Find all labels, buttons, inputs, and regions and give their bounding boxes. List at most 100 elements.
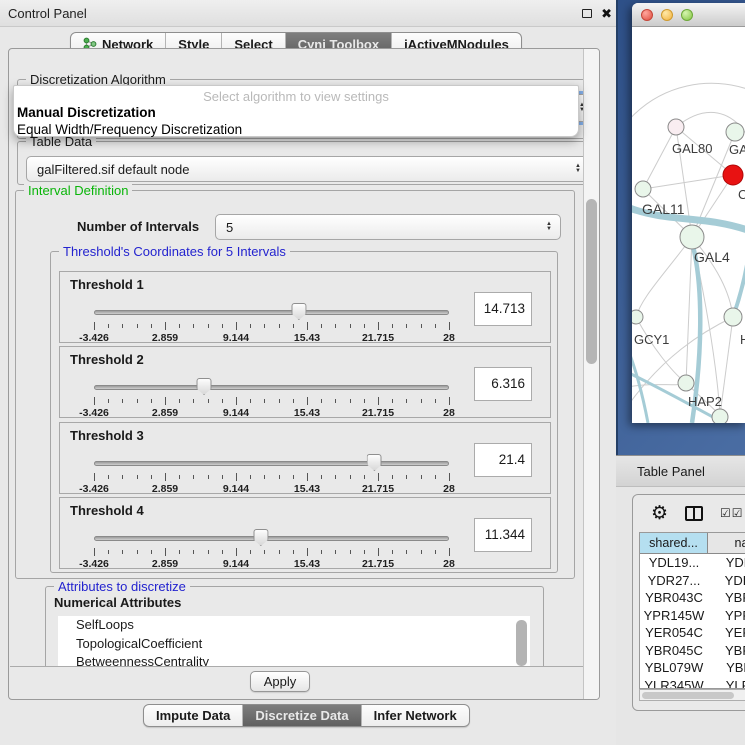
- table-cell[interactable]: YBR0: [708, 642, 745, 660]
- panel-scrollbar-thumb[interactable]: [586, 199, 597, 364]
- table-cell[interactable]: YBL0: [708, 659, 745, 677]
- algorithm-option-equal-width[interactable]: Equal Width/Frequency Discretization: [14, 121, 578, 138]
- tick-mark: [250, 475, 251, 479]
- threshold-2-value-field[interactable]: 6.316: [474, 367, 532, 401]
- column-header-shared-name[interactable]: shared...: [640, 533, 708, 554]
- table-cell[interactable]: YPR1: [708, 607, 745, 625]
- tab-infer-network[interactable]: Infer Network: [362, 705, 469, 726]
- threshold-2-slider[interactable]: -3.4262.8599.14415.4321.71528: [94, 379, 449, 415]
- tick-mark: [264, 399, 265, 403]
- table-cell[interactable]: YLR3: [708, 677, 745, 690]
- tab-impute-data[interactable]: Impute Data: [144, 705, 243, 726]
- node-gcy1[interactable]: [632, 310, 643, 324]
- panel-scrollbar[interactable]: [583, 49, 599, 699]
- node-gal80[interactable]: [668, 119, 684, 135]
- tab-discretize-data[interactable]: Discretize Data: [243, 705, 361, 726]
- node-gal4[interactable]: [680, 225, 704, 249]
- tick-mark: [208, 550, 209, 554]
- threshold-1-value-field[interactable]: 14.713: [474, 292, 532, 326]
- mac-close-icon[interactable]: [641, 9, 653, 21]
- mac-zoom-icon[interactable]: [681, 9, 693, 21]
- threshold-3-value-field[interactable]: 21.4: [474, 443, 532, 477]
- table-cell[interactable]: YER0: [708, 624, 745, 642]
- attribute-list-item[interactable]: TopologicalCoefficient: [58, 635, 530, 654]
- tab-discretize-data-label: Discretize Data: [255, 708, 348, 723]
- node-label: GCY1: [634, 332, 669, 347]
- apply-button[interactable]: Apply: [250, 671, 310, 692]
- num-intervals-combobox[interactable]: 5 ▲▼: [215, 214, 561, 240]
- network-graph[interactable]: GAL80 GA C GAL11 GAL4 GCY1 H HAP2: [632, 27, 745, 423]
- tick-mark: [435, 324, 436, 328]
- table-cell[interactable]: YBR045C: [640, 642, 708, 660]
- node-right[interactable]: [724, 308, 742, 326]
- threshold-3-slider[interactable]: -3.4262.8599.14415.4321.71528: [94, 455, 449, 491]
- node-hap2[interactable]: [678, 375, 694, 391]
- table-cell[interactable]: YDL1: [708, 554, 745, 572]
- threshold-4-slider[interactable]: -3.4262.8599.14415.4321.71528: [94, 530, 449, 566]
- table-cell[interactable]: YBR043C: [640, 589, 708, 607]
- num-intervals-value: 5: [226, 220, 233, 235]
- node-top-right[interactable]: [726, 123, 744, 141]
- table-row[interactable]: YBL079WYBL0: [640, 659, 745, 677]
- attribute-list-item[interactable]: SelfLoops: [58, 616, 530, 635]
- slider-track[interactable]: [94, 385, 449, 390]
- slider-thumb[interactable]: [367, 454, 382, 471]
- slider-thumb[interactable]: [253, 529, 268, 546]
- slider-track[interactable]: [94, 461, 449, 466]
- node-gal11[interactable]: [635, 181, 651, 197]
- network-window[interactable]: GAL80 GA C GAL11 GAL4 GCY1 H HAP2: [632, 3, 745, 423]
- table-row[interactable]: YBR043CYBR0: [640, 589, 745, 607]
- table-cell[interactable]: YBL079W: [640, 659, 708, 677]
- tick-label: 28: [443, 332, 455, 344]
- tick-mark: [406, 475, 407, 479]
- tick-mark: [392, 324, 393, 328]
- attributes-group-title: Attributes to discretize: [54, 579, 190, 594]
- slider-thumb[interactable]: [291, 303, 306, 320]
- slider-track[interactable]: [94, 310, 449, 315]
- table-data-combobox[interactable]: galFiltered.sif default node ▲▼: [26, 156, 590, 182]
- table-row[interactable]: YPR145WYPR1: [640, 607, 745, 625]
- numerical-attributes-list[interactable]: SelfLoopsTopologicalCoefficientBetweenne…: [58, 616, 530, 668]
- table-cell[interactable]: YPR145W: [640, 607, 708, 625]
- table-cell[interactable]: YLR345W: [640, 677, 708, 690]
- slider-thumb[interactable]: [197, 378, 212, 395]
- tick-mark: [350, 550, 351, 554]
- node-bottom[interactable]: [712, 409, 728, 423]
- table-row[interactable]: YDR27...YDR2: [640, 572, 745, 590]
- slider-track[interactable]: [94, 536, 449, 541]
- table-row[interactable]: YER054CYER0: [640, 624, 745, 642]
- column-header-name[interactable]: na: [708, 533, 745, 554]
- algorithm-hint-item[interactable]: Select algorithm to view settings: [14, 86, 578, 104]
- table-row[interactable]: YLR345WYLR3: [640, 677, 745, 690]
- table-cell[interactable]: YDR2: [708, 572, 745, 590]
- tick-mark: [421, 324, 422, 328]
- gear-icon[interactable]: ⚙: [651, 504, 668, 523]
- algorithm-option-manual[interactable]: Manual Discretization: [14, 104, 578, 121]
- list-scrollbar[interactable]: [516, 620, 527, 666]
- table-cell[interactable]: YDR27...: [640, 572, 708, 590]
- threshold-1-slider[interactable]: -3.4262.8599.14415.4321.71528: [94, 304, 449, 340]
- table-cell[interactable]: YDL19...: [640, 554, 708, 572]
- tick-mark: [293, 550, 294, 554]
- table-row[interactable]: YDL19...YDL1: [640, 554, 745, 572]
- node-table[interactable]: shared... na YDL19...YDL1YDR27...YDR2YBR…: [639, 532, 745, 689]
- close-icon[interactable]: ✖: [601, 7, 612, 20]
- tick-mark: [222, 399, 223, 403]
- table-horizontal-scrollbar[interactable]: [639, 689, 745, 701]
- tick-mark: [307, 473, 308, 481]
- tick-mark: [108, 399, 109, 403]
- tick-label: 9.144: [223, 483, 249, 495]
- split-column-icon[interactable]: [685, 506, 703, 521]
- table-hscroll-thumb[interactable]: [642, 692, 734, 699]
- checkboxes-icon[interactable]: ☑☑: [720, 506, 744, 520]
- mac-minimize-icon[interactable]: [661, 9, 673, 21]
- threshold-4-value-field[interactable]: 11.344: [474, 518, 532, 552]
- node-selected-red[interactable]: [723, 165, 743, 185]
- table-row[interactable]: YBR045CYBR0: [640, 642, 745, 660]
- table-cell[interactable]: YBR0: [708, 589, 745, 607]
- table-cell[interactable]: YER054C: [640, 624, 708, 642]
- tick-label: 15.43: [294, 558, 320, 570]
- tick-mark: [94, 548, 95, 556]
- tick-mark: [208, 324, 209, 328]
- float-window-icon[interactable]: [582, 9, 592, 18]
